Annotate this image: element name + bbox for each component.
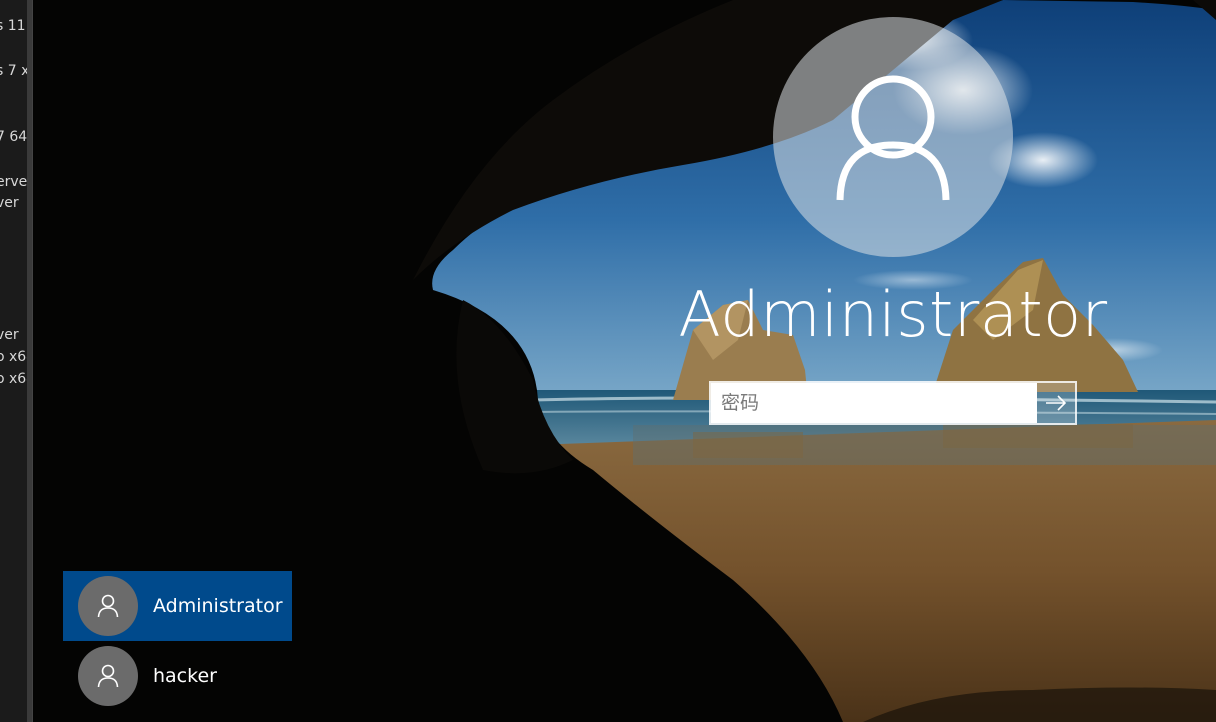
password-input[interactable]: [711, 383, 1037, 423]
user-tile-hacker[interactable]: hacker: [63, 641, 292, 711]
user-tile-name: Administrator: [153, 595, 283, 617]
user-icon: [836, 75, 950, 201]
vm-list-item[interactable]: erve: [0, 174, 27, 190]
vm-list-sidebar: s 11 s 7 x 7 64 erve ver ver o x64 o x64: [0, 0, 33, 722]
submit-button[interactable]: [1037, 383, 1075, 423]
vm-list-item[interactable]: s 11: [0, 18, 26, 34]
vm-list-item[interactable]: ver: [0, 327, 19, 343]
lock-screen: Administrator Administrator hacker: [33, 0, 1216, 722]
user-icon: [78, 576, 138, 636]
user-icon: [78, 646, 138, 706]
password-box: [709, 381, 1077, 425]
username-heading: Administrator: [678, 278, 1108, 351]
vm-list-item[interactable]: s 7 x: [0, 63, 29, 79]
user-avatar-large: [773, 17, 1013, 257]
vm-list-item[interactable]: 7 64: [0, 129, 27, 145]
arrow-right-icon: [1046, 395, 1067, 411]
user-tile-name: hacker: [153, 665, 217, 687]
sidebar-scrollbar[interactable]: [27, 0, 32, 722]
user-tile-administrator[interactable]: Administrator: [63, 571, 292, 641]
vm-list-item[interactable]: ver: [0, 195, 19, 211]
